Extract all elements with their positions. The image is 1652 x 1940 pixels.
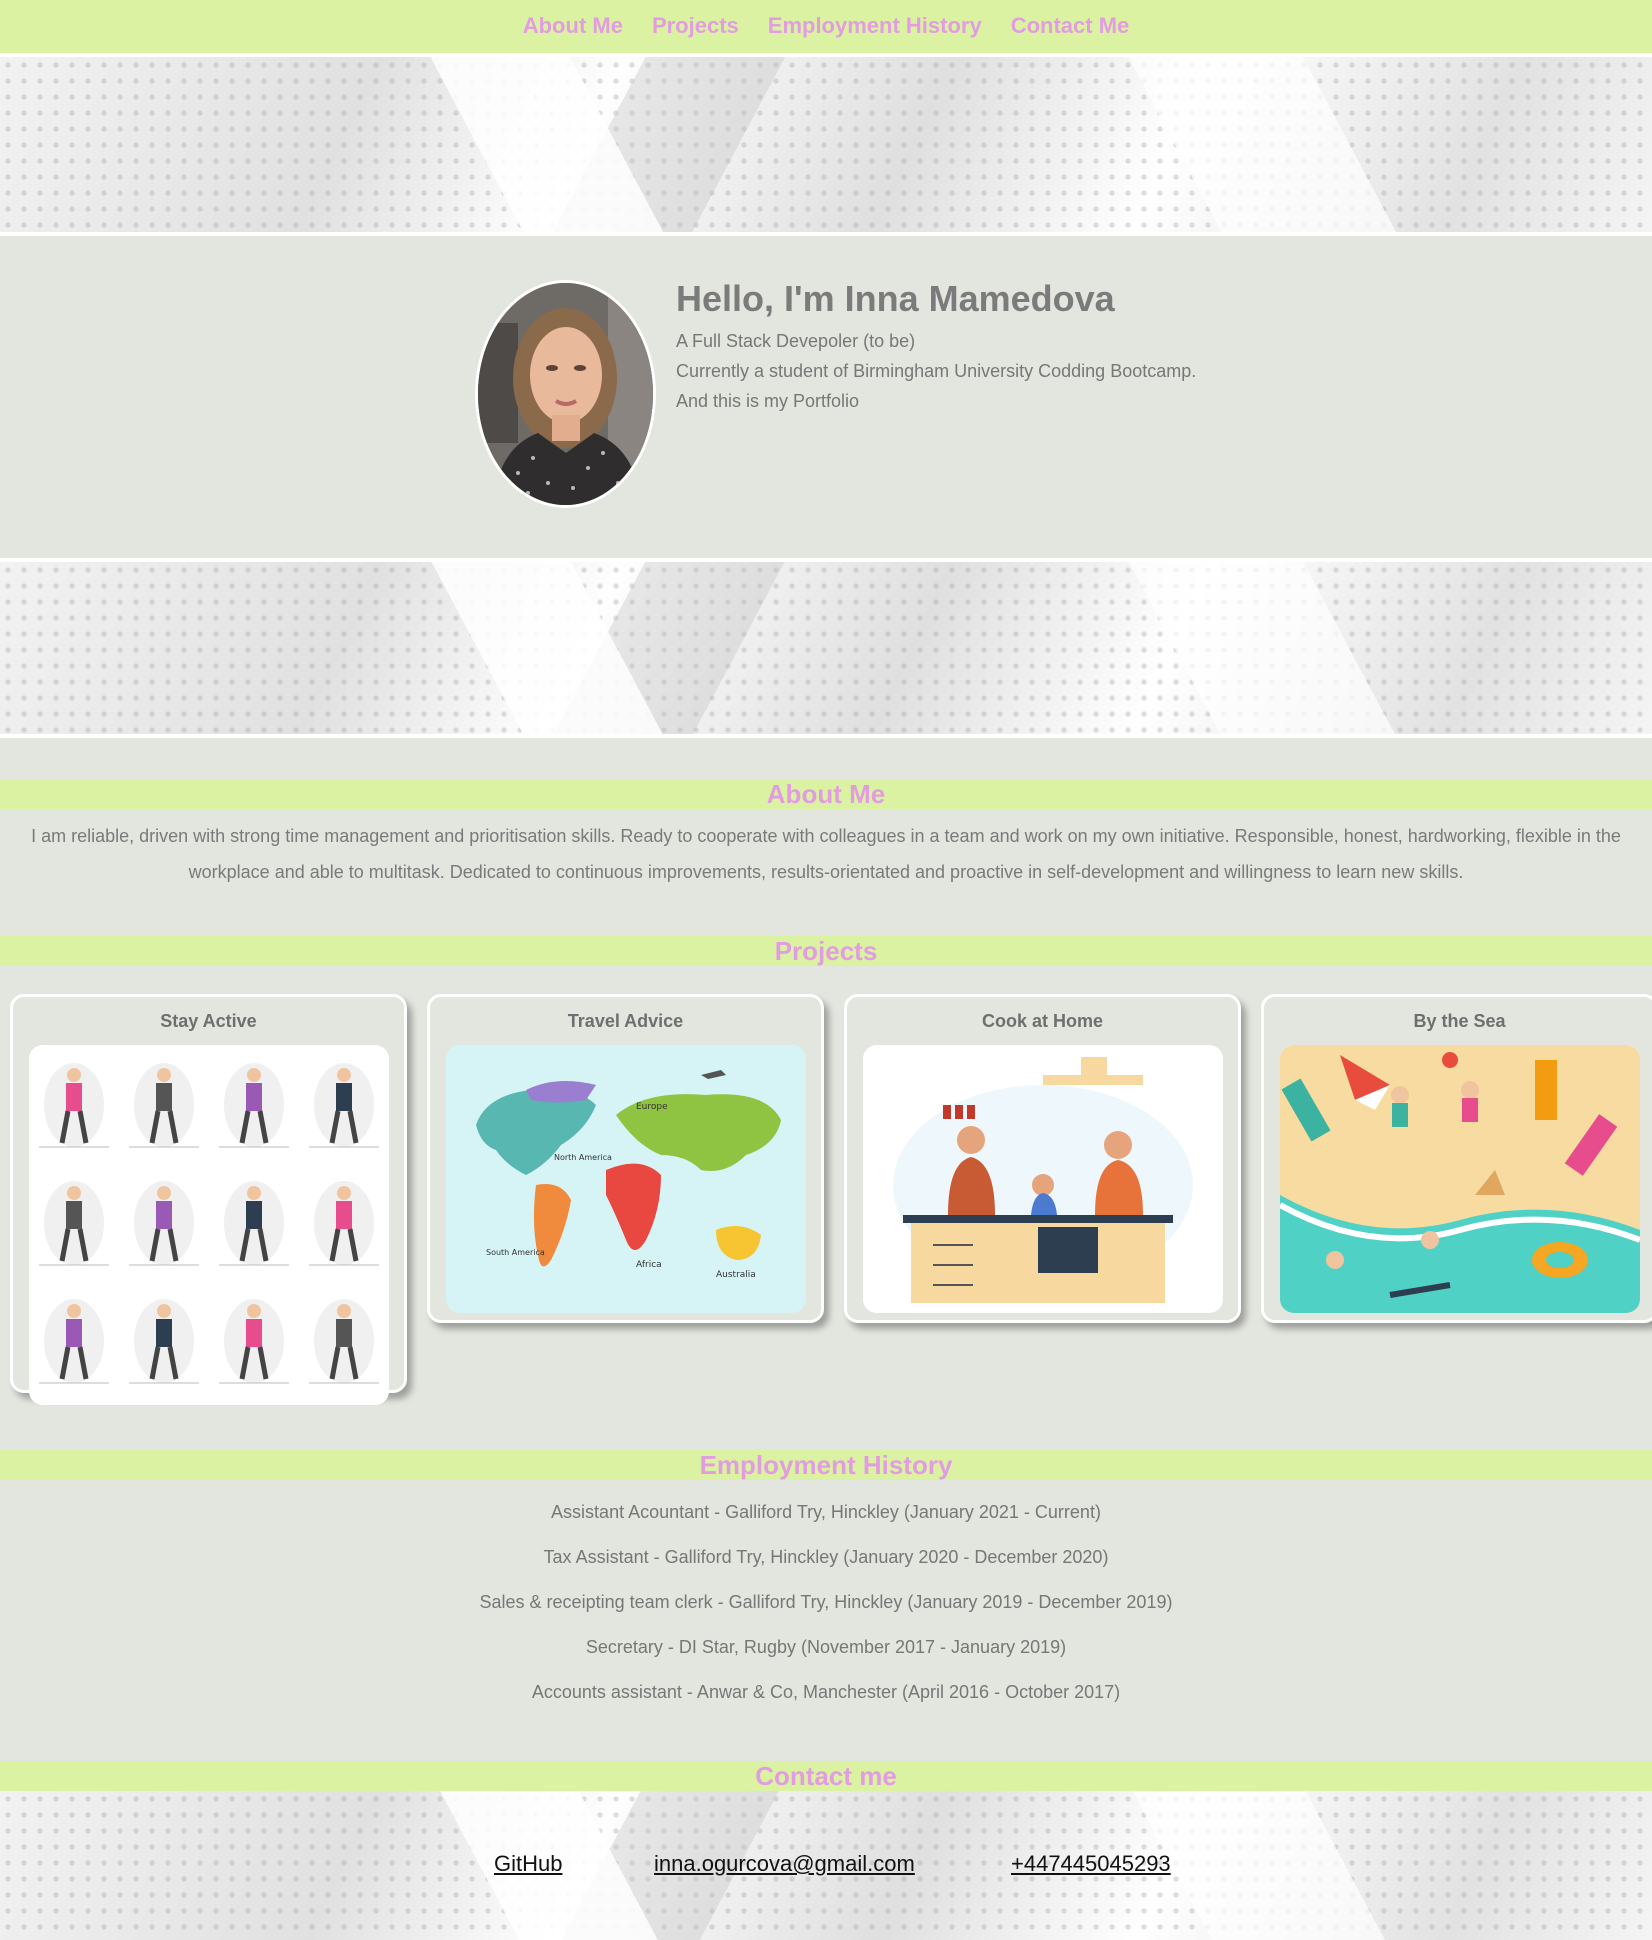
project-title: By the Sea [1413, 1011, 1506, 1031]
figure-body [65, 1083, 82, 1111]
nav-employment-history[interactable]: Employment History [768, 13, 982, 39]
contact-section: GitHub inna.ogurcova@gmail.com +44744504… [0, 1791, 1652, 1940]
figure-head [246, 1068, 261, 1082]
decorative-banner-top [0, 57, 1652, 236]
job-item: Secretary - DI Star, Rugby (November 201… [585, 1637, 1067, 1657]
project-card-by-the-sea[interactable]: By the Sea [1261, 994, 1652, 1323]
avatar [475, 280, 656, 508]
figure-body [155, 1083, 172, 1111]
figure-head [66, 1304, 81, 1318]
figure-body [245, 1083, 262, 1111]
nav-contact-me[interactable]: Contact Me [1011, 13, 1130, 39]
figure-body [245, 1319, 262, 1347]
stay-active-image [28, 1045, 389, 1405]
decorative-banner-middle [0, 558, 1652, 738]
email-link[interactable]: inna.ogurcova@gmail.com [654, 1851, 915, 1877]
figure-head [336, 1304, 351, 1318]
map-label-south-america: South America [486, 1248, 545, 1257]
project-title: Travel Advice [567, 1011, 684, 1031]
figure-head [156, 1304, 171, 1318]
world-map-image: Europe North America South America Afric… [445, 1045, 806, 1313]
about-heading: About Me [0, 779, 1652, 809]
figure-head [246, 1186, 261, 1200]
map-label-africa: Africa [636, 1260, 662, 1270]
job-item: Tax Assistant - Galliford Try, Hinckley … [543, 1547, 1109, 1567]
job-item: Assistant Acountant - Galliford Try, Hin… [551, 1502, 1101, 1522]
figure-head [336, 1068, 351, 1082]
by-the-sea-image [1279, 1045, 1640, 1313]
figure-body [65, 1319, 82, 1347]
hero-title: Hello, I'm Inna Mamedova [676, 278, 1115, 319]
project-card-stay-active[interactable]: Stay Active [10, 994, 407, 1405]
figure-body [335, 1083, 352, 1111]
figure-body [245, 1201, 262, 1229]
job-item: Accounts assistant - Anwar & Co, Manches… [531, 1682, 1121, 1702]
cook-at-home-image [862, 1045, 1223, 1313]
figure-body [335, 1319, 352, 1347]
employment-heading: Employment History [0, 1450, 1652, 1480]
project-card-travel-advice[interactable]: Travel Advice Europe North America South… [427, 994, 824, 1323]
project-title: Cook at Home [981, 1011, 1104, 1031]
nav-about-me[interactable]: About Me [523, 13, 623, 39]
about-text: I am reliable, driven with strong time m… [31, 826, 1621, 882]
figure-head [156, 1186, 171, 1200]
figure-head [336, 1186, 351, 1200]
job-item: Sales & receipting team clerk - Gallifor… [479, 1592, 1173, 1612]
hero-subtitle: A Full Stack Devepoler (to be) [676, 331, 916, 351]
hero-student-line: Currently a student of Birmingham Univer… [676, 361, 1197, 381]
map-label-north-america: North America [554, 1153, 612, 1162]
figure-body [155, 1201, 172, 1229]
contact-heading: Contact me [0, 1761, 1652, 1791]
figure-head [66, 1186, 81, 1200]
figure-body [65, 1201, 82, 1229]
project-card-cook-at-home[interactable]: Cook at Home [844, 994, 1241, 1323]
projects-heading: Projects [0, 936, 1652, 966]
top-nav: About Me Projects Employment History Con… [0, 0, 1652, 57]
map-label-europe: Europe [636, 1102, 668, 1112]
figure-head [246, 1304, 261, 1318]
nav-projects[interactable]: Projects [652, 13, 739, 39]
map-label-australia: Australia [716, 1270, 756, 1280]
project-title: Stay Active [160, 1011, 257, 1031]
github-link[interactable]: GitHub [494, 1851, 562, 1877]
figure-head [66, 1068, 81, 1082]
hero-section: Hello, I'm Inna Mamedova A Full Stack De… [0, 236, 1652, 554]
hero-intro: Hello, I'm Inna Mamedova A Full Stack De… [676, 278, 1196, 410]
figure-head [156, 1068, 171, 1082]
hero-portfolio-line: And this is my Portfolio [676, 391, 860, 411]
figure-body [335, 1201, 352, 1229]
figure-body [155, 1319, 172, 1347]
phone-link[interactable]: +447445045293 [1011, 1851, 1171, 1877]
